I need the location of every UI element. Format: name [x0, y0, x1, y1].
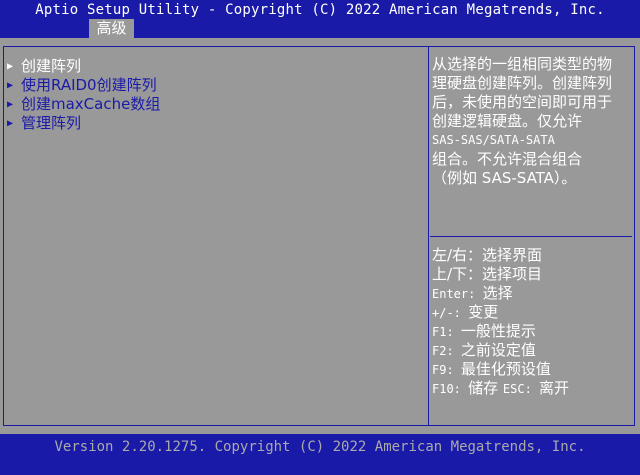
key-line-enter: Enter: 选择	[432, 284, 513, 302]
menu-item-label: 使用RAID0创建阵列	[21, 76, 157, 94]
key-line-f2: F2: 之前设定值	[432, 341, 536, 359]
version-text: Version 2.20.1275. Copyright (C) 2022 Am…	[54, 439, 586, 455]
help-separator	[430, 236, 632, 237]
header-bar: Aptio Setup Utility - Copyright (C) 2022…	[0, 0, 640, 38]
key-legend: 左/右：选择界面 上/下：选择项目 Enter: 选择 +/-: 变更 F1: …	[432, 246, 569, 398]
menu-item-manage-arrays[interactable]: ▶ 管理阵列	[7, 114, 160, 133]
menu-item-create-raid0[interactable]: ▶ 使用RAID0创建阵列	[7, 76, 160, 95]
footer-bar: Version 2.20.1275. Copyright (C) 2022 Am…	[0, 434, 640, 475]
triangle-right-icon: ▶	[7, 118, 14, 129]
main-panel: ▶ 创建阵列 ▶ 使用RAID0创建阵列 ▶ 创建maxCache数组 ▶ 管理阵列 从…	[3, 46, 635, 426]
key-line-plus-minus: +/-: 变更	[432, 303, 499, 321]
help-line: 后，未使用的空间即可用于	[432, 93, 613, 111]
key-line-up-down: 上/下：选择项目	[432, 265, 543, 283]
menu-item-label: 创建阵列	[21, 57, 82, 75]
help-text: 从选择的一组相同类型的物 理硬盘创建阵列。创建阵列 后，未使用的空间即可用于 创…	[432, 55, 632, 188]
menu-list: ▶ 创建阵列 ▶ 使用RAID0创建阵列 ▶ 创建maxCache数组 ▶ 管理阵列	[7, 57, 160, 133]
help-line: 从选择的一组相同类型的物	[432, 55, 613, 73]
key-line-left-right: 左/右：选择界面	[432, 246, 543, 264]
triangle-right-icon: ▶	[7, 99, 14, 110]
help-line: （例如 SAS-SATA）。	[432, 169, 577, 187]
help-line: 理硬盘创建阵列。创建阵列	[432, 74, 613, 92]
help-line: 组合。不允许混合组合	[432, 150, 583, 168]
triangle-right-icon: ▶	[7, 61, 14, 72]
app-title: Aptio Setup Utility - Copyright (C) 2022…	[35, 2, 605, 18]
triangle-right-icon: ▶	[7, 80, 14, 91]
help-line: 创建逻辑硬盘。仅允许	[432, 112, 583, 130]
help-line: SAS-SAS/SATA-SATA	[432, 133, 555, 147]
key-line-f9: F9: 最佳化预设值	[432, 360, 551, 378]
menu-item-create-array[interactable]: ▶ 创建阵列	[7, 57, 160, 76]
menu-item-label: 管理阵列	[21, 114, 82, 132]
panel-divider	[428, 47, 429, 425]
key-line-f10-esc: F10: 储存 ESC: 离开	[432, 379, 570, 397]
menu-item-label: 创建maxCache数组	[21, 95, 161, 113]
menu-item-create-maxcache[interactable]: ▶ 创建maxCache数组	[7, 95, 160, 114]
key-line-f1: F1: 一般性提示	[432, 322, 536, 340]
tab-advanced[interactable]: 高级	[89, 19, 134, 38]
